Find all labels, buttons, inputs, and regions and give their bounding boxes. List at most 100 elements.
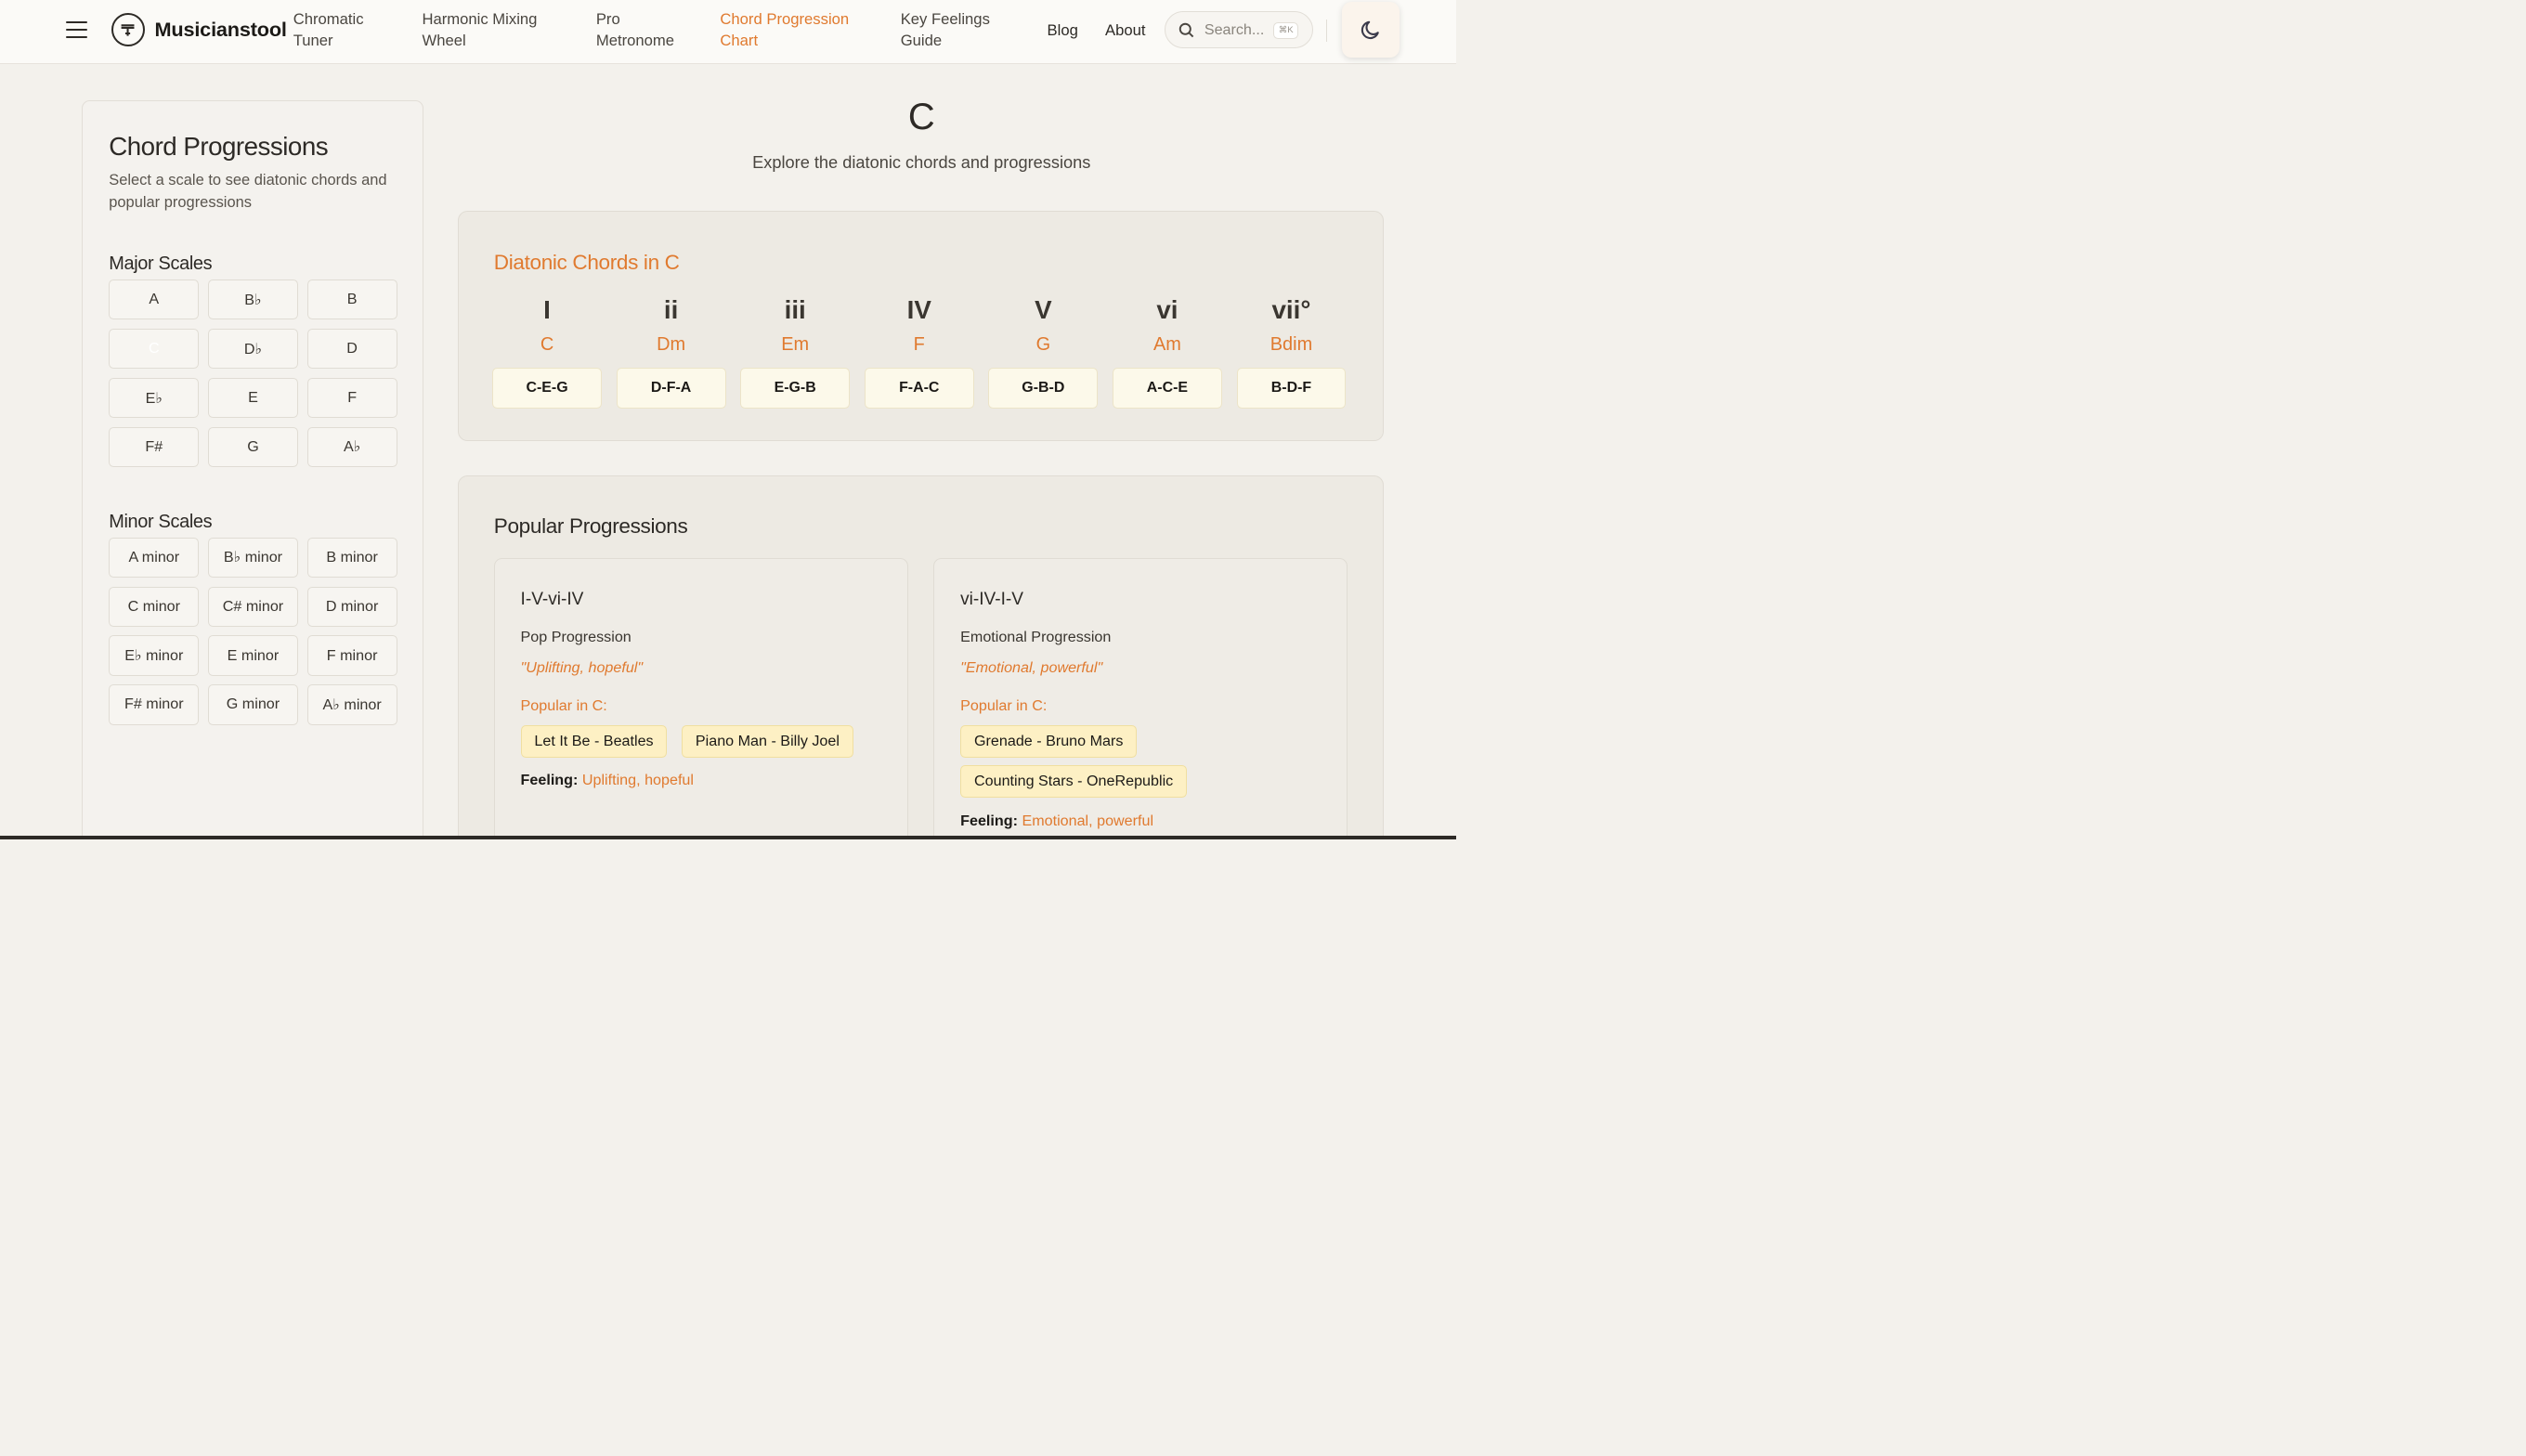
scale-button-f-sharp-minor[interactable]: F# minor [109, 684, 200, 725]
chord-name: Dm [657, 334, 686, 356]
chord-notes-button[interactable]: A-C-E [1112, 368, 1222, 409]
major-scales-grid: A B♭ B C D♭ D E♭ E F F# G A♭ [109, 280, 397, 468]
scale-button-f-minor[interactable]: F minor [306, 635, 397, 676]
scale-button-b[interactable]: B [306, 280, 397, 320]
chord-column: V G G-B-D [988, 295, 1099, 409]
scale-button-c-selected[interactable]: C [109, 328, 200, 370]
chord-roman: I [543, 295, 551, 325]
scale-button-a[interactable]: A [109, 280, 200, 320]
scale-button-eb-minor[interactable]: E♭ minor [109, 635, 200, 676]
chord-notes-button[interactable]: F-A-C [864, 368, 974, 409]
chord-name: C [540, 334, 554, 356]
chord-roman: vii° [1271, 295, 1311, 325]
nav-label: Tuner [293, 31, 333, 49]
chord-name: G [1035, 334, 1051, 356]
progression-name: I-V-vi-IV [520, 590, 584, 610]
nav-label: Metronome [595, 31, 674, 49]
minor-scales-grid: A minor B♭ minor B minor C minor C# mino… [109, 537, 397, 725]
progression-card: I-V-vi-IV Pop Progression "Uplifting, ho… [493, 558, 908, 839]
scale-button-ab[interactable]: A♭ [306, 426, 397, 468]
progression-name: vi-IV-I-V [960, 590, 1023, 610]
scale-button-c-sharp-minor[interactable]: C# minor [207, 586, 299, 627]
scale-button-c-minor[interactable]: C minor [109, 586, 200, 627]
theme-toggle-button[interactable] [1342, 1, 1400, 58]
chord-name: F [913, 334, 925, 356]
chord-notes-button[interactable]: E-G-B [740, 368, 851, 409]
chord-name: Bdim [1270, 334, 1313, 356]
chord-name: Em [781, 334, 810, 356]
chord-column: iii Em E-G-B [740, 295, 851, 409]
chord-notes-button[interactable]: B-D-F [1236, 368, 1347, 409]
search-box[interactable]: Search... ⌘K [1165, 11, 1313, 49]
chord-notes-button[interactable]: C-E-G [492, 368, 603, 409]
search-icon [1178, 22, 1194, 37]
menu-icon[interactable] [66, 20, 87, 39]
diatonic-chords-card: Diatonic Chords in C I C C-E-G ii Dm D-F… [457, 211, 1385, 442]
nav-label: Chromatic [293, 10, 364, 29]
popular-heading: Popular Progressions [493, 514, 688, 539]
nav-label: Harmonic Mixing [422, 10, 538, 29]
nav-harmonic-mixing-wheel[interactable]: Harmonic Mixing Wheel [422, 9, 537, 51]
nav-chord-progression-chart[interactable]: Chord Progression Chart [720, 9, 849, 51]
nav-label: Chord Progression [720, 10, 850, 29]
chord-column: ii Dm D-F-A [616, 295, 726, 409]
feeling-label: Feeling: [960, 812, 1018, 829]
scale-button-b-minor[interactable]: B minor [306, 537, 397, 578]
scale-button-g[interactable]: G [207, 426, 299, 468]
scale-button-d-minor[interactable]: D minor [306, 586, 397, 627]
progression-quote: "Emotional, powerful" [960, 658, 1103, 676]
major-scales-heading: Major Scales [109, 254, 213, 275]
scale-button-f[interactable]: F [306, 377, 397, 419]
divider [1325, 19, 1328, 43]
popular-in-label: Popular in C: [520, 697, 607, 715]
progression-quote: "Uplifting, hopeful" [520, 658, 644, 676]
brand-name[interactable]: Musicianstool [155, 18, 287, 42]
scale-button-d[interactable]: D [306, 328, 397, 370]
sidebar-title: Chord Progressions [109, 131, 329, 161]
scale-button-eb[interactable]: E♭ [109, 377, 200, 419]
scale-button-ab-minor[interactable]: A♭ minor [306, 684, 397, 725]
nav-chromatic-tuner[interactable]: Chromatic Tuner [293, 9, 364, 51]
chord-column: I C C-E-G [492, 295, 603, 409]
scale-button-bb-minor[interactable]: B♭ minor [207, 537, 299, 578]
nav-about[interactable]: About [1105, 21, 1146, 40]
song-tag[interactable]: Counting Stars - OneRepublic [960, 765, 1188, 798]
scale-button-a-minor[interactable]: A minor [109, 537, 200, 578]
chord-notes-button[interactable]: G-B-D [988, 368, 1099, 409]
nav-pro-metronome[interactable]: Pro Metronome [596, 9, 674, 51]
chord-roman: ii [663, 295, 679, 325]
song-tag[interactable]: Grenade - Bruno Mars [960, 724, 1138, 758]
song-tag[interactable]: Piano Man - Billy Joel [682, 724, 853, 758]
chord-column: vii° Bdim B-D-F [1236, 295, 1347, 409]
nav-label: Key Feelings [900, 10, 990, 29]
scale-button-e[interactable]: E [207, 377, 299, 419]
chord-column: vi Am A-C-E [1112, 295, 1222, 409]
scale-sidebar: Chord Progressions Select a scale to see… [82, 99, 424, 839]
top-navbar: Musicianstool Chromatic Tuner Harmonic M… [0, 0, 1457, 65]
diatonic-heading: Diatonic Chords in C [493, 250, 680, 274]
nav-blog[interactable]: Blog [1048, 21, 1078, 40]
song-tag[interactable]: Let It Be - Beatles [520, 724, 668, 758]
nav-label: Pro [595, 10, 620, 29]
feeling-line: Feeling: Emotional, powerful [960, 812, 1153, 830]
scale-button-bb[interactable]: B♭ [207, 280, 299, 320]
chord-column: IV F F-A-C [864, 295, 974, 409]
nav-key-feelings-guide[interactable]: Key Feelings Guide [901, 9, 990, 51]
search-placeholder: Search... [1204, 20, 1265, 38]
search-shortcut: ⌘K [1273, 21, 1298, 39]
chord-roman: IV [906, 295, 931, 325]
chord-roman: vi [1156, 295, 1178, 325]
scale-button-g-minor[interactable]: G minor [207, 684, 299, 725]
feeling-label: Feeling: [520, 772, 579, 789]
minor-scales-heading: Minor Scales [109, 511, 213, 532]
scale-button-e-minor[interactable]: E minor [207, 635, 299, 676]
scale-button-f-sharp[interactable]: F# [109, 426, 200, 468]
bottom-border [0, 836, 1457, 839]
chord-notes-button[interactable]: D-F-A [616, 368, 726, 409]
nav-label: Wheel [422, 31, 466, 49]
popular-progressions-card: Popular Progressions I-V-vi-IV Pop Progr… [457, 474, 1385, 839]
feeling-line: Feeling: Uplifting, hopeful [521, 772, 694, 789]
scale-button-db[interactable]: D♭ [207, 328, 299, 370]
chord-name: Am [1152, 334, 1181, 356]
logo-icon[interactable] [111, 12, 146, 47]
